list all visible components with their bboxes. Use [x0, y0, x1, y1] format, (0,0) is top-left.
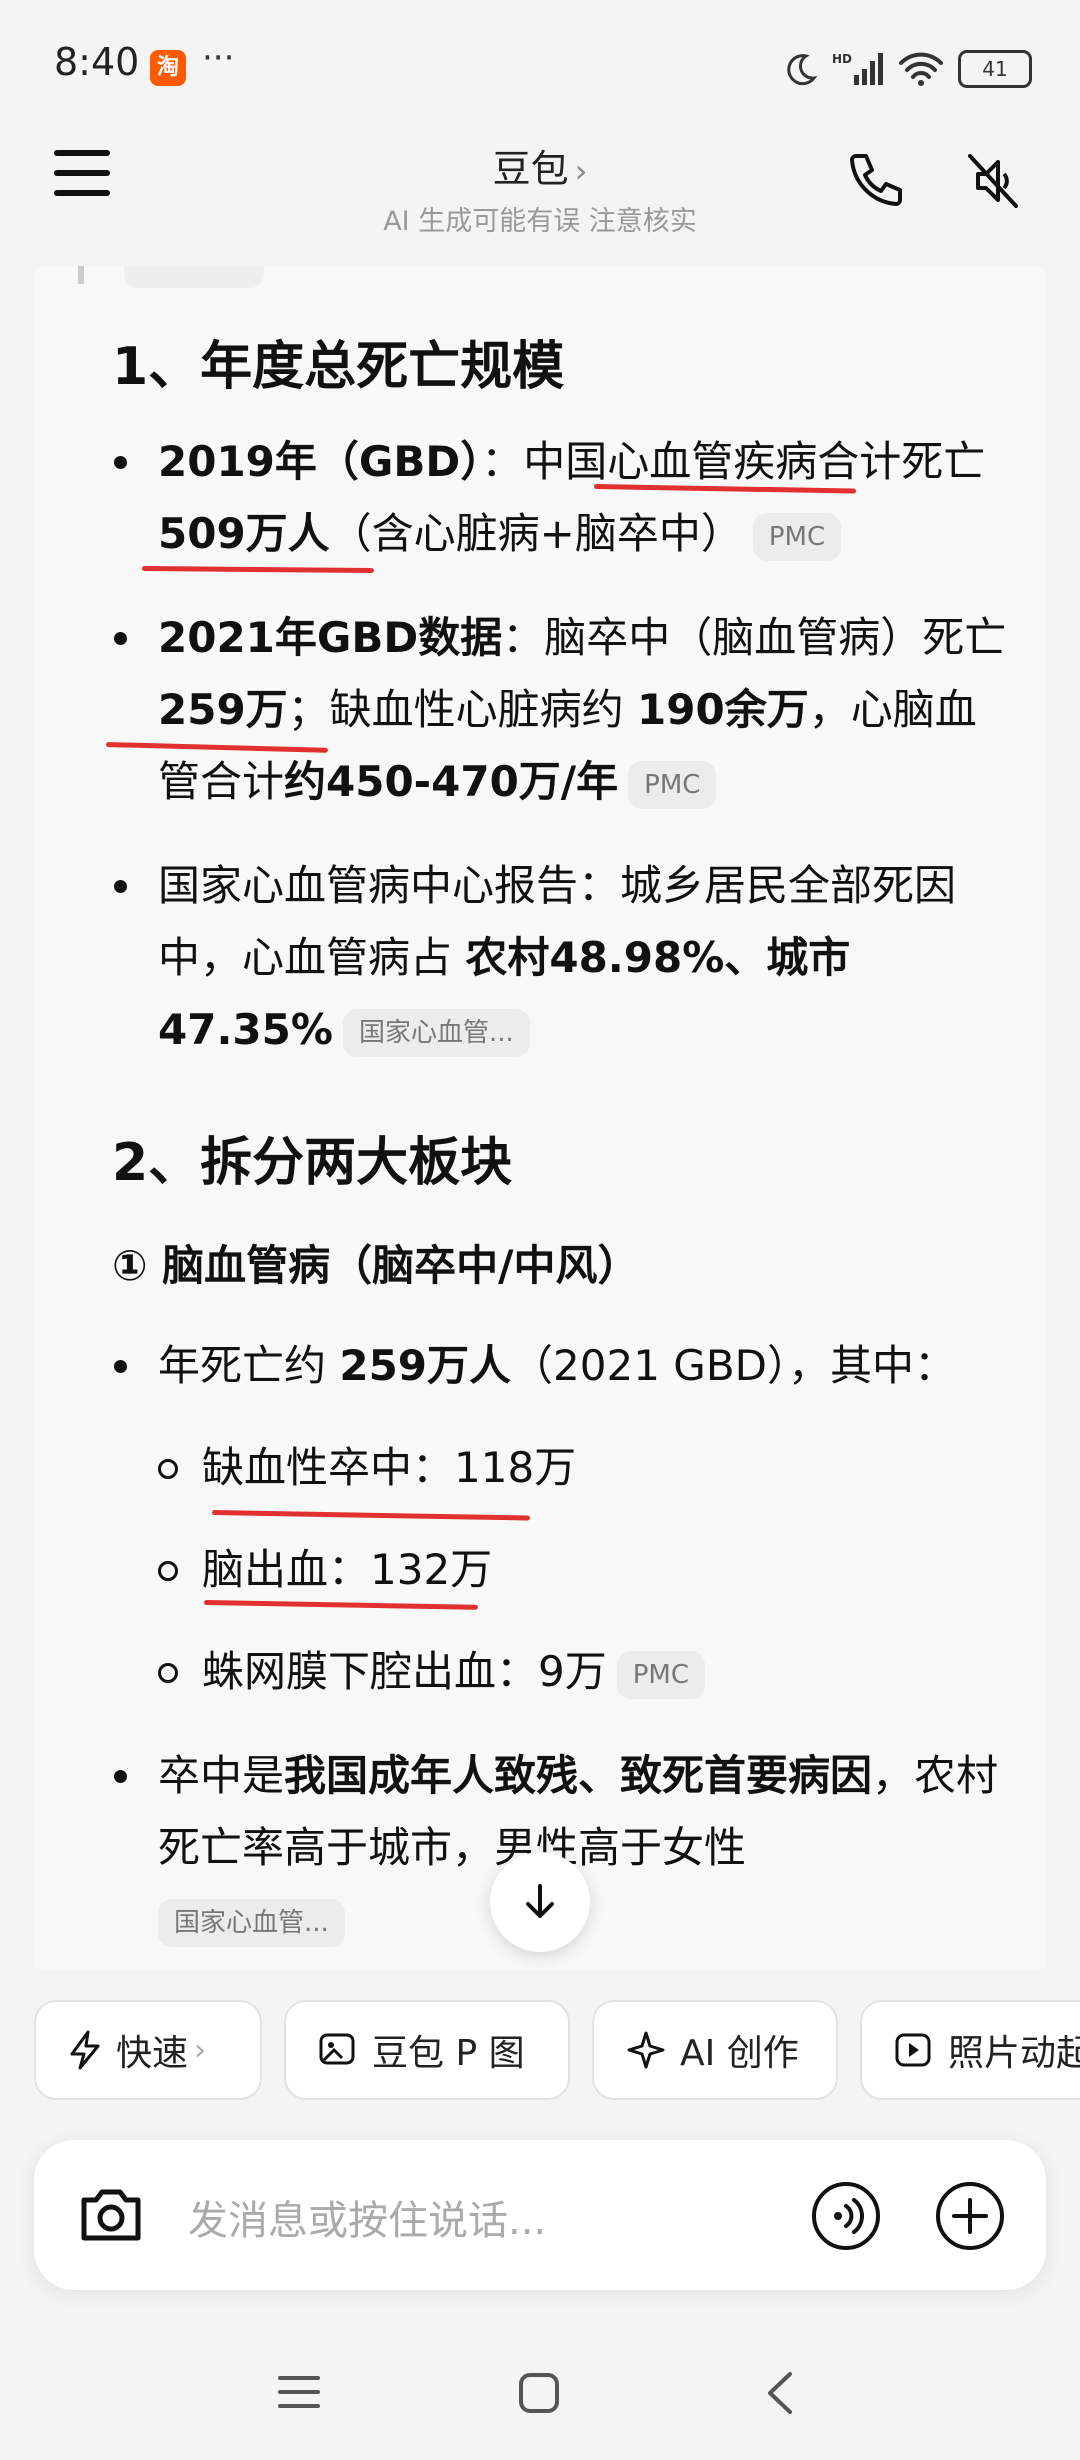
moon-icon [787, 54, 818, 86]
image-edit-icon [319, 2033, 355, 2065]
taobao-notification-icon: 淘 [150, 50, 186, 86]
scroll-to-bottom-button[interactable] [490, 1852, 590, 1952]
sub-list-item: 脑出血：132万 [158, 1534, 492, 1606]
list-item: 国家心血管病中心报告：城乡居民全部死因中，心血管病占 农村48.98%、城市47… [114, 850, 1014, 1066]
voice-wave-icon [812, 2182, 880, 2250]
home-square-icon [519, 2373, 559, 2413]
source-chip[interactable]: PMC [628, 760, 717, 809]
source-chip[interactable]: PMC [616, 1650, 705, 1699]
list-item: 2019年（GBD）：中国心血管疾病合计死亡 509万人（含心脏病+脑卒中） PM… [114, 426, 1014, 570]
more-notifications-icon: ··· [202, 38, 235, 78]
nav-back-button[interactable] [760, 2370, 800, 2420]
sub-list-item: 缺血性卒中：118万 [158, 1432, 576, 1504]
arrow-down-icon [526, 1884, 554, 1918]
ai-message-card: 1、年度总死亡规模 2019年（GBD）：中国心血管疾病合计死亡 509万人（含… [34, 266, 1046, 1970]
nav-menu-button[interactable] [276, 2370, 322, 2418]
quick-action-fast[interactable]: 快速 › [34, 2000, 262, 2100]
chat-title-area[interactable]: 豆包 › AI 生成可能有误 注意核实 [0, 138, 1080, 238]
play-photo-icon [895, 2033, 931, 2067]
nav-home-button[interactable] [516, 2370, 562, 2420]
hamburger-icon [278, 2376, 320, 2408]
signal-icon: HD [832, 52, 883, 85]
list-item: 年死亡约 259万人（2021 GBD），其中： [114, 1330, 1014, 1402]
source-chip[interactable]: PMC [752, 512, 842, 561]
mute-speaker-button[interactable] [960, 148, 1026, 214]
section-heading-1: 1、年度总死亡规模 [112, 337, 565, 397]
sub-heading: ① 脑血管病（脑卒中/中风） [112, 1241, 640, 1290]
section-heading-2: 2、拆分两大板块 [112, 1133, 513, 1193]
status-icons: HD 41 [784, 44, 1032, 94]
plus-icon [936, 2182, 1004, 2250]
battery-icon: 41 [958, 50, 1032, 88]
message-input[interactable]: 发消息或按住说话... [188, 2188, 546, 2246]
chevron-right-icon: › [574, 152, 588, 190]
chat-title[interactable]: 豆包 [493, 147, 569, 191]
quick-action-photo-edit[interactable]: 豆包 P 图 [284, 2000, 570, 2100]
lightning-icon [70, 2030, 100, 2070]
voice-call-button[interactable] [810, 2180, 882, 2256]
sparkle-icon [627, 2031, 665, 2069]
quick-action-animate-photo[interactable]: 照片动起来 [860, 2000, 1080, 2100]
ai-disclaimer: AI 生成可能有误 注意核实 [383, 206, 697, 237]
phone-icon [850, 154, 902, 206]
status-time: 8:40 [54, 40, 140, 84]
list-item: 2021年GBD数据：脑卒中（脑血管病）死亡 259万；缺血性心脏病约 190余… [114, 602, 1014, 818]
add-attachment-button[interactable] [934, 2180, 1006, 2256]
camera-icon [81, 2189, 141, 2241]
phone-call-button[interactable] [842, 148, 908, 214]
svg-text:HD: HD [832, 52, 852, 66]
back-chevron-icon [768, 2372, 792, 2414]
speaker-muted-icon [968, 154, 1018, 208]
chevron-right-icon: › [194, 2032, 207, 2068]
source-chip[interactable]: 国家心血管... [158, 1898, 345, 1947]
red-annotation-underline [141, 566, 375, 574]
message-input-bar[interactable]: 发消息或按住说话... [34, 2140, 1046, 2290]
camera-button[interactable] [76, 2182, 146, 2252]
wifi-icon [899, 52, 943, 86]
quick-action-ai-create[interactable]: AI 创作 [592, 2000, 838, 2100]
sub-list-item: 蛛网膜下腔出血：9万 PMC [158, 1636, 705, 1708]
source-chip[interactable]: 国家心血管... [342, 1008, 530, 1057]
red-annotation-underline [211, 1510, 530, 1521]
